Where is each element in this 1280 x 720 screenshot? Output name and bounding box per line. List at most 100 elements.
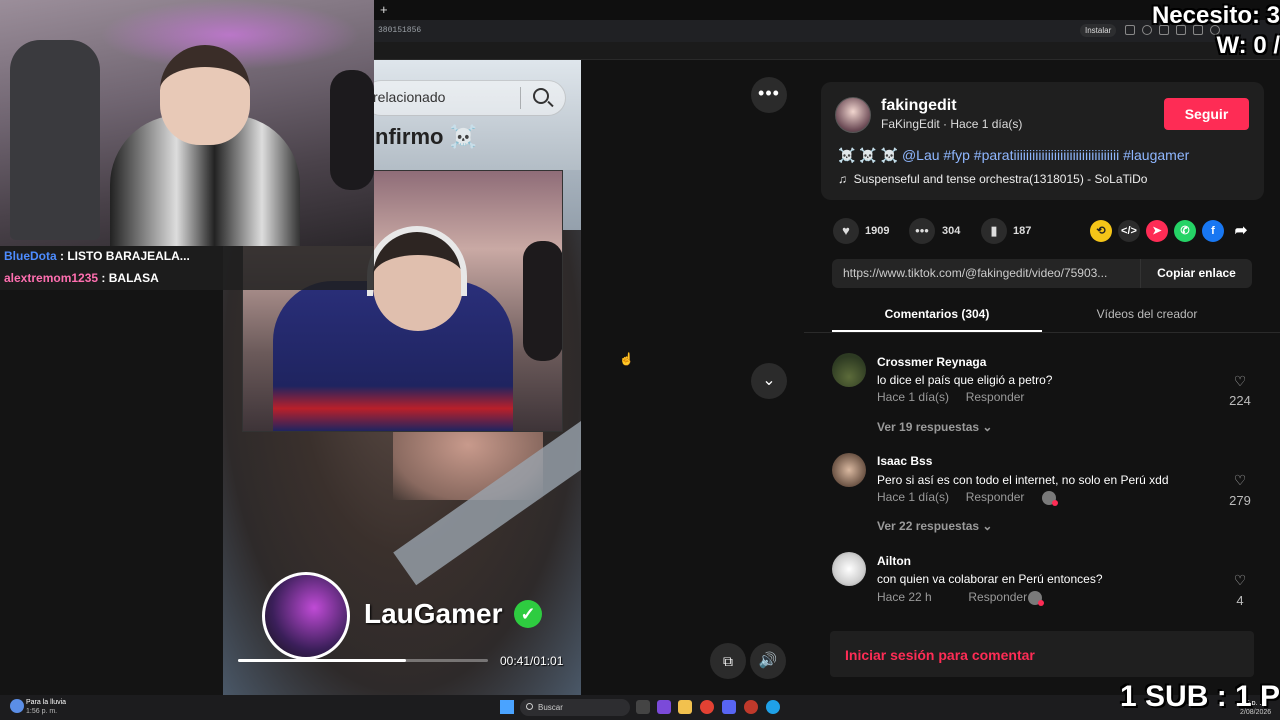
- search-icon: [526, 703, 533, 710]
- webcam-streamer: [110, 45, 300, 246]
- webcam-gaming-chair: [10, 40, 100, 240]
- comment-username[interactable]: Isaac Bss: [877, 454, 932, 468]
- headset-icon: [367, 226, 467, 296]
- weather-icon[interactable]: [10, 699, 24, 713]
- chat-message: BlueDota : LISTO BARAJEALA...: [4, 249, 190, 263]
- author-avatar[interactable]: [835, 97, 871, 133]
- share-arrow-icon[interactable]: ➦: [1230, 220, 1252, 242]
- comment-like-count: 224: [1229, 393, 1251, 408]
- music-note-icon: ♫: [838, 172, 847, 186]
- stream-goal-overlay: Necesito: 3 W: 0 /: [1110, 0, 1280, 62]
- comment-avatar[interactable]: [832, 552, 866, 586]
- caption-tags[interactable]: @Lau #fyp #paratiiiiiiiiiiiiiiiiiiiiiiii…: [902, 147, 1189, 163]
- volume-button[interactable]: 🔊: [750, 643, 786, 679]
- chat-text: : LISTO BARAJEALA...: [60, 249, 190, 263]
- weather-title[interactable]: Para la lluvia: [26, 699, 66, 706]
- share-link-url[interactable]: https://www.tiktok.com/@fakingedit/video…: [843, 266, 1135, 280]
- comment-time: Hace 22 h: [877, 590, 932, 604]
- reply-button[interactable]: Responder: [966, 390, 1025, 404]
- address-url-text: 380151856: [378, 26, 422, 35]
- video-progress-fill: [238, 659, 406, 662]
- comment-like-count: 279: [1229, 493, 1251, 508]
- comment-username[interactable]: Crossmer Reynaga: [877, 355, 986, 369]
- webcam-plush: [330, 70, 374, 190]
- comment-bubble-icon[interactable]: •••: [909, 218, 935, 244]
- author-handle[interactable]: fakingedit: [881, 97, 957, 115]
- reply-button[interactable]: Responder: [966, 490, 1025, 504]
- login-to-comment-link[interactable]: Iniciar sesión para comentar: [845, 647, 1035, 663]
- file-explorer-icon[interactable]: [678, 700, 692, 714]
- chat-username: alextremom1235: [4, 271, 99, 285]
- comment-text: Pero si así es con todo el internet, no …: [877, 473, 1169, 487]
- comment-avatar[interactable]: [832, 453, 866, 487]
- inset-plush: [523, 241, 562, 361]
- like-count: 1909: [865, 225, 890, 237]
- comment-meta: Hace 1 día(s) Responder: [877, 490, 1024, 504]
- follow-button[interactable]: Seguir: [1164, 98, 1249, 130]
- comment-time: Hace 1 día(s): [877, 390, 950, 404]
- verified-check-icon: ✓: [514, 600, 542, 628]
- new-tab-button[interactable]: +: [380, 2, 388, 17]
- whatsapp-icon[interactable]: ✆: [1174, 220, 1196, 242]
- video-creator-avatar: [262, 572, 350, 660]
- webcam-overlay: [0, 0, 374, 246]
- view-replies-button[interactable]: Ver 22 respuestas ⌄: [877, 519, 992, 533]
- obs-icon[interactable]: [744, 700, 758, 714]
- copilot-icon[interactable]: [657, 700, 671, 714]
- comment-time: Hace 1 día(s): [877, 490, 950, 504]
- comment-text: lo dice el país que eligió a petro?: [877, 373, 1053, 387]
- chrome-icon[interactable]: [700, 700, 714, 714]
- view-replies-label: Ver 22 respuestas: [877, 519, 980, 533]
- next-video-button[interactable]: ⌄: [751, 363, 787, 399]
- creator-liked-badge-icon: [1042, 491, 1058, 506]
- embed-code-icon[interactable]: </>: [1118, 220, 1140, 242]
- discord-icon[interactable]: [722, 700, 736, 714]
- post-caption: ☠️ ☠️ ☠️ @Lau #fyp #paratiiiiiiiiiiiiiii…: [838, 147, 1189, 164]
- view-replies-button[interactable]: Ver 19 respuestas ⌄: [877, 420, 992, 434]
- stream-sub-overlay: 1 SUB : 1 P: [1120, 680, 1280, 713]
- post-sound[interactable]: ♫ Suspenseful and tense orchestra(131801…: [838, 172, 1147, 186]
- copy-link-button[interactable]: Copiar enlace: [1140, 259, 1252, 288]
- search-icon: [533, 88, 549, 104]
- comment-like-count: 4: [1236, 593, 1244, 608]
- facebook-icon[interactable]: f: [1202, 220, 1224, 242]
- comment-username[interactable]: Ailton: [877, 554, 911, 568]
- goal-line-wins: W: 0 /: [1216, 32, 1280, 59]
- comment-like-icon[interactable]: ♡: [1225, 572, 1255, 589]
- comment-like-icon[interactable]: ♡: [1225, 472, 1255, 489]
- comment-text: con quien va colaborar en Perú entonces?: [877, 572, 1103, 586]
- view-replies-label: Ver 19 respuestas: [877, 420, 980, 434]
- picture-in-picture-button[interactable]: ⧉: [710, 643, 746, 679]
- weather-time: 1:56 p. m.: [26, 708, 58, 715]
- heart-icon[interactable]: ♥: [833, 218, 859, 244]
- taskbar-search-box[interactable]: [520, 699, 630, 716]
- caption-emojis: ☠️ ☠️ ☠️: [838, 147, 902, 163]
- windows-start-icon[interactable]: [500, 700, 514, 714]
- send-message-icon[interactable]: ➤: [1146, 220, 1168, 242]
- chevron-down-icon: ⌄: [982, 519, 993, 533]
- comment-count: 304: [942, 225, 961, 237]
- repost-icon[interactable]: ⟲: [1090, 220, 1112, 242]
- sound-title: Suspenseful and tense orchestra(1318015)…: [853, 172, 1148, 186]
- author-meta: FaKingEdit · Hace 1 día(s): [881, 117, 1023, 131]
- comment-like-icon[interactable]: ♡: [1225, 373, 1255, 390]
- reply-button[interactable]: Responder: [968, 590, 1027, 604]
- mouse-cursor-icon: ☝: [619, 352, 634, 366]
- goal-line-needed: Necesito: 3: [1151, 2, 1280, 29]
- left-dark-area: [0, 290, 223, 695]
- video-overlay-text: nfirmo ☠️: [375, 124, 477, 149]
- comment-avatar[interactable]: [832, 353, 866, 387]
- video-search-divider: [520, 87, 521, 109]
- comment-meta: Hace 22 h Responder: [877, 590, 1027, 604]
- task-view-icon[interactable]: [636, 700, 650, 714]
- tab-comments[interactable]: Comentarios (304): [832, 300, 1042, 332]
- edge-icon[interactable]: [766, 700, 780, 714]
- bookmark-icon[interactable]: ▮: [981, 218, 1007, 244]
- more-options-button[interactable]: •••: [751, 77, 787, 113]
- chat-message: alextremom1235 : BALASA: [4, 271, 159, 285]
- stream-chat: BlueDota : LISTO BARAJEALA... alextremom…: [0, 246, 374, 290]
- tabs-divider: [804, 332, 1280, 333]
- video-search-text: relacionado: [373, 89, 446, 105]
- tab-creator-videos[interactable]: Vídeos del creador: [1042, 300, 1252, 332]
- comment-meta: Hace 1 día(s) Responder: [877, 390, 1024, 404]
